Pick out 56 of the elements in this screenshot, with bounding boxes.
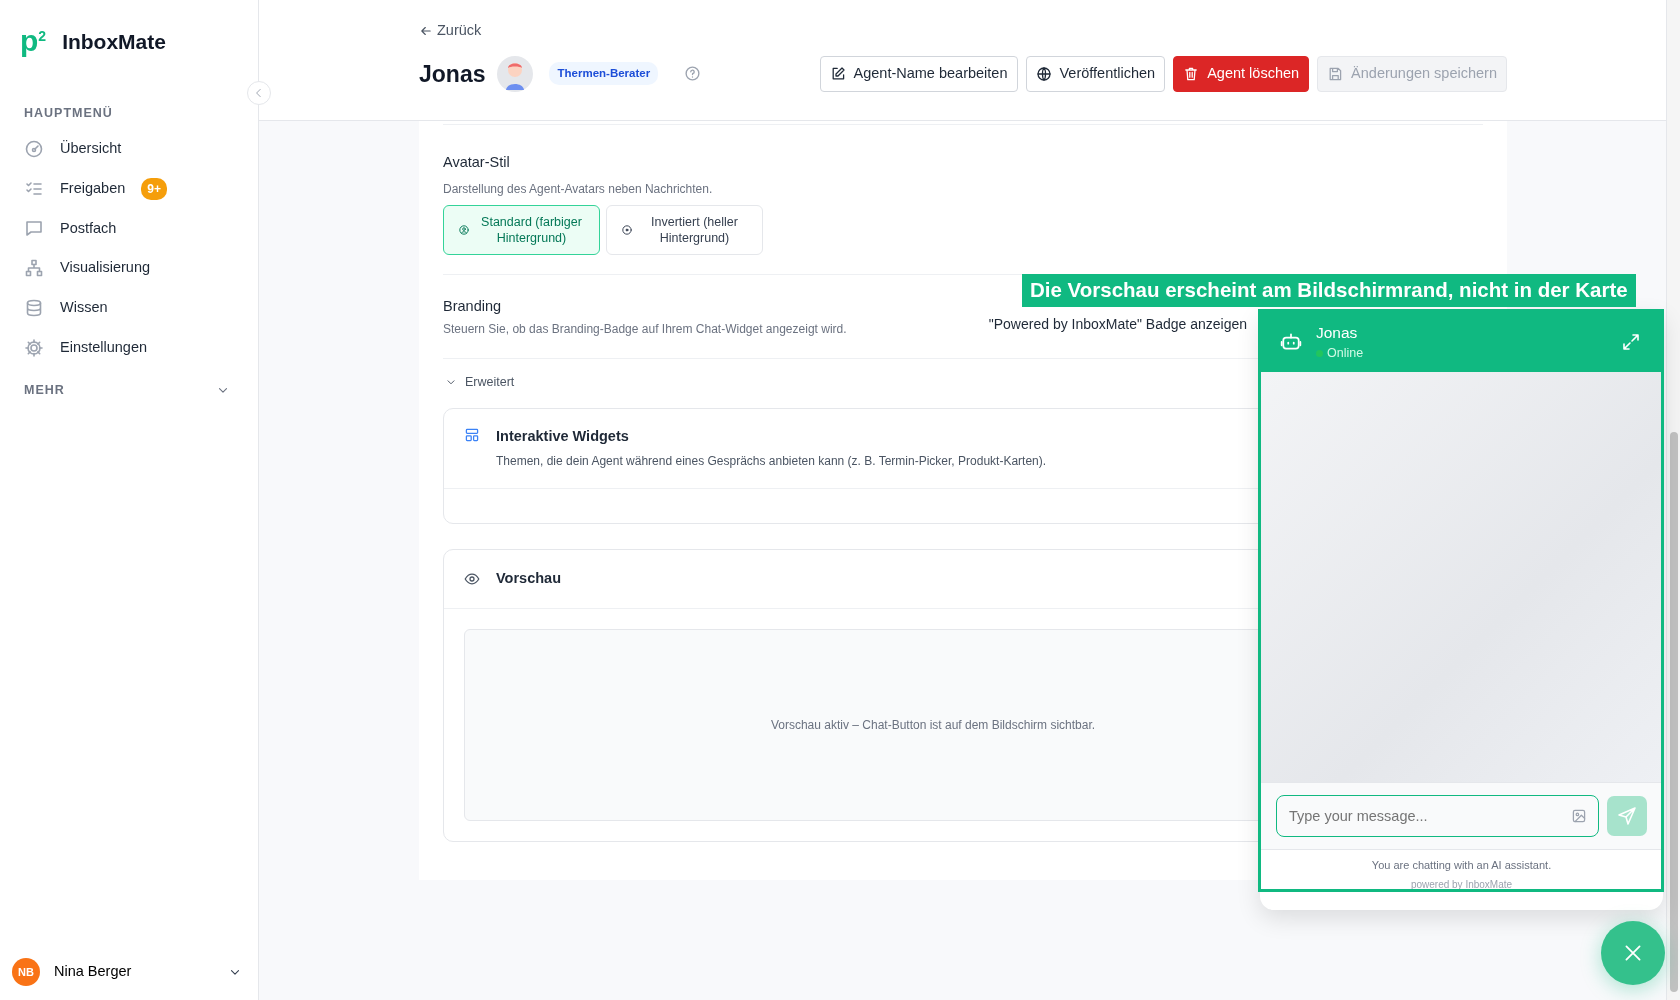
save-icon [1327,65,1344,82]
back-link[interactable]: Zurück [419,20,482,42]
sidebar-item[interactable]: Visualisierung [12,250,242,286]
role-tag: Thermen-Berater [549,62,659,86]
expand-button[interactable] [1621,331,1641,352]
agent-avatar [497,55,534,92]
speech-bubble-icon [24,218,44,239]
assistant-notice: You are chatting with an AI assistant. [1371,858,1552,873]
avatar-style-option[interactable]: Standard (farbiger Hintergrund) [443,204,600,255]
annotation-banner: Die Vorschau erscheint am Bildschirmrand, nicht in der Karte [1022,274,1636,307]
status-dot [1316,349,1323,357]
card-title: Interaktive Widgets [496,427,630,447]
avatar-style-option[interactable]: Invertiert (heller Hintergrund) [606,204,763,255]
advanced-toggle[interactable]: Erweitert [445,372,515,392]
database-icon [24,297,44,318]
toggle-label: "Powered by InboxMate" Badge anzeigen [988,314,1247,334]
gauge-icon [24,138,44,159]
section-title: Branding [443,296,503,316]
globe-icon [1035,65,1052,82]
message-field[interactable]: Type your message... [1276,795,1599,837]
sidebar-item[interactable]: Übersicht [12,130,242,167]
agent-name: Jonas [419,59,486,89]
more-section-toggle[interactable]: MEHR [12,373,242,407]
preview-message: Vorschau aktiv – Chat-Button ist auf dem Bildschirm sichtbar. [770,717,1096,734]
publish-button[interactable]: Veröffentlichen [1025,55,1166,92]
chat-agent-name: Jonas [1316,322,1359,343]
sidebar-item[interactable]: Freigaben 9+ [12,170,242,207]
sidebar-item[interactable]: Einstellungen [12,329,242,366]
card-description: Themen, die dein Agent während eines Gesprächs anbieten kann (z. B. Termin-Picker, Produkt-Karten). [496,453,1047,470]
hierarchy-icon [24,258,44,279]
section-description: Steuern Sie, ob das Branding-Badge auf Ihrem Chat-Widget angezeigt wird. [443,320,848,338]
scrollbar[interactable] [1666,0,1680,1000]
help-icon [684,65,702,83]
trash-icon [1183,65,1200,82]
app-name: InboxMate [62,29,166,56]
user-avatar: NB [12,958,40,986]
edit-name-button[interactable]: Agent-Name bearbeiten [819,55,1018,92]
section-title: Avatar-Stil [443,153,511,172]
layout-icon [464,427,480,444]
status-text: Online [1327,344,1364,362]
count-badge: 9+ [141,177,167,200]
sidebar-item[interactable]: Postfach [12,210,242,247]
close-chat-button[interactable] [1601,921,1665,985]
avatar-icon [458,223,470,236]
sidebar-item[interactable]: Wissen [12,290,242,326]
powered-by-text: powered by InboxMate [1410,877,1513,892]
expand-icon [1621,331,1641,352]
section-heading: HAUPTMENÜ [24,105,114,122]
section-description: Darstellung des Agent-Avatars neben Nachrichten. [443,180,714,198]
radio-icon [621,223,633,236]
card-title: Vorschau [496,569,561,589]
image-icon [1571,808,1587,824]
delete-button[interactable]: Agent löschen [1173,55,1310,92]
send-button[interactable] [1607,796,1647,836]
settings-icon [24,337,44,358]
send-icon [1617,806,1637,826]
